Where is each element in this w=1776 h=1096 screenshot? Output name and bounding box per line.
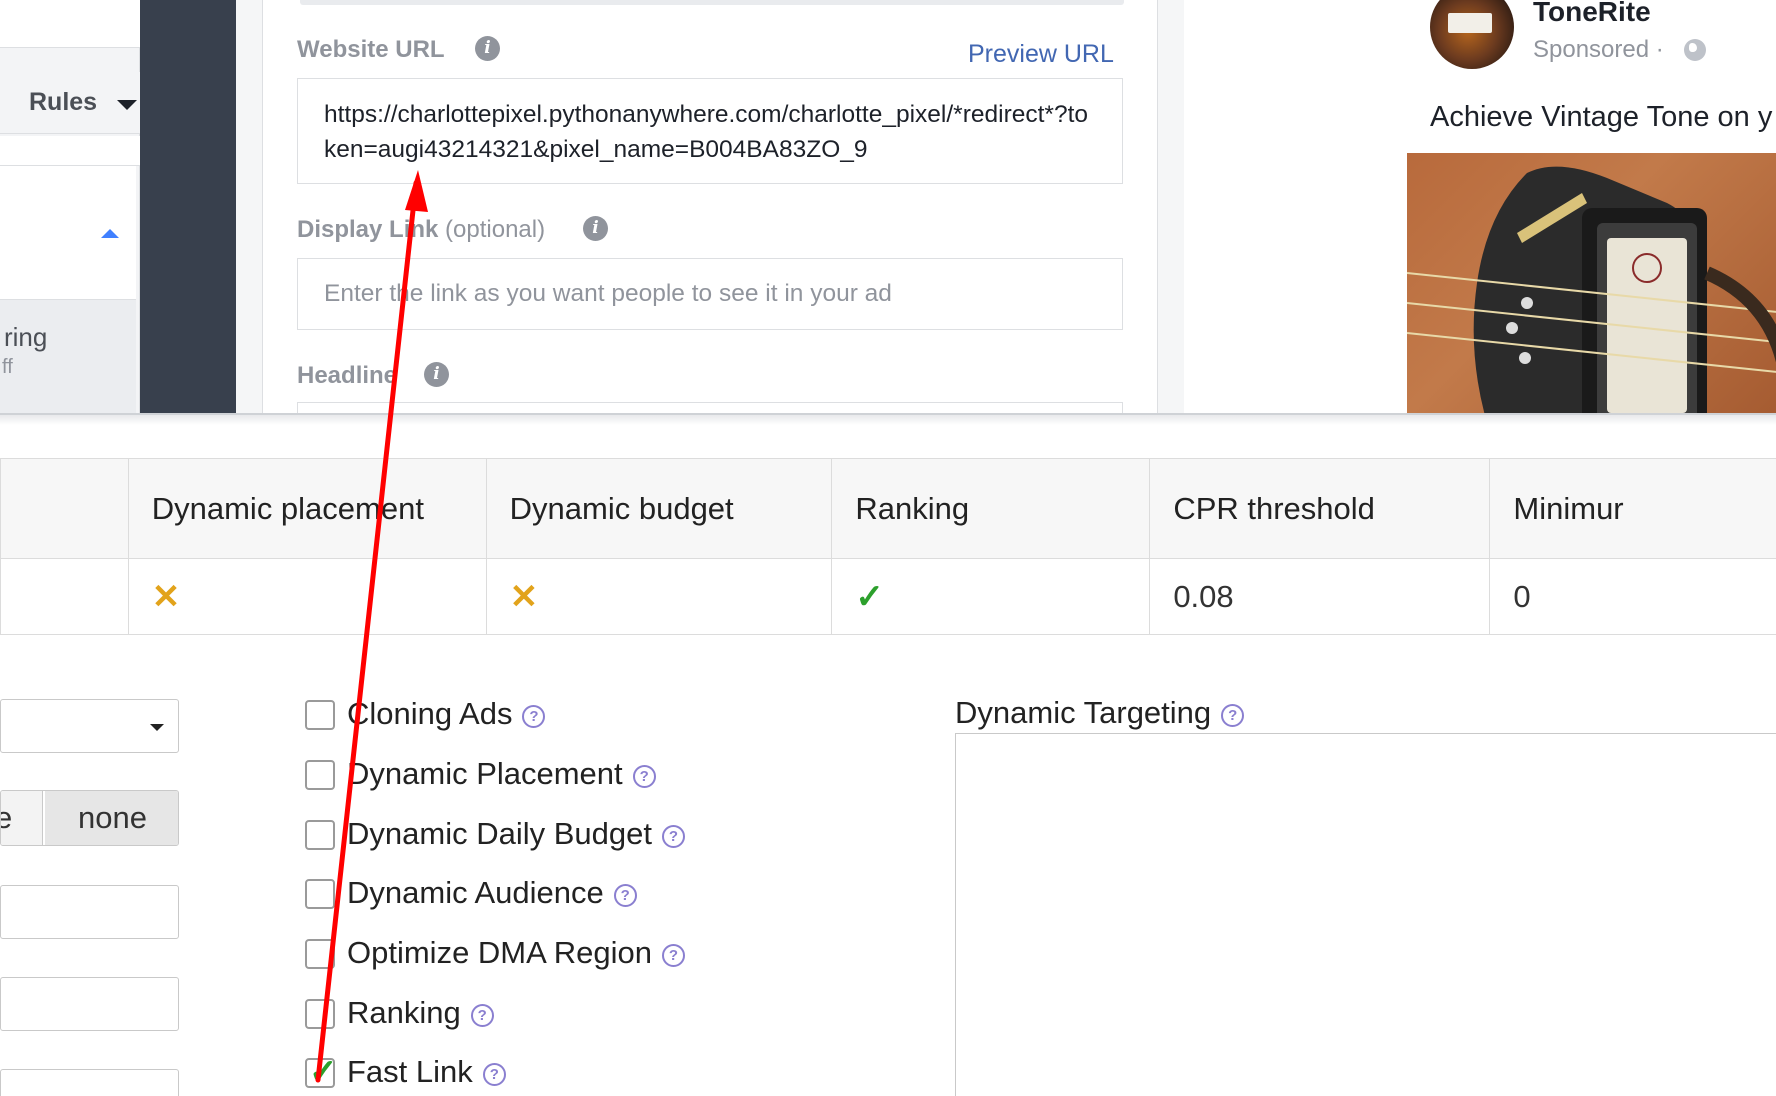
- preview-url-link[interactable]: Preview URL: [968, 40, 1114, 69]
- display-link-label-text: Display Link: [297, 216, 439, 243]
- table-cell-minimum: 0: [1489, 558, 1776, 635]
- left-input-field[interactable]: [0, 885, 179, 939]
- sponsored-label: Sponsored ·: [1533, 36, 1664, 63]
- info-icon[interactable]: i: [424, 362, 449, 387]
- form-top-field-edge: [300, 0, 1124, 5]
- dynamic-targeting-label-text: Dynamic Targeting: [955, 695, 1212, 730]
- segmented-control: e none: [0, 790, 179, 846]
- check-icon: ✓: [309, 1053, 338, 1091]
- checkbox-label-text: Fast Link: [347, 1054, 473, 1089]
- column-header: [0, 458, 129, 559]
- display-link-label: Display Link (optional): [297, 216, 545, 244]
- checkbox-label: Dynamic Audience?: [347, 875, 637, 911]
- dynamic-targeting-label: Dynamic Targeting?: [955, 695, 1245, 731]
- checkbox-checked[interactable]: ✓: [305, 1053, 338, 1091]
- checkbox[interactable]: [305, 999, 335, 1029]
- help-icon[interactable]: ?: [613, 884, 637, 907]
- help-icon[interactable]: ?: [1221, 704, 1245, 727]
- table-cell-cpr-threshold: 0.08: [1149, 558, 1491, 635]
- checkbox-label: Fast Link?: [347, 1054, 506, 1090]
- checkbox[interactable]: [305, 879, 335, 909]
- table-cell: [0, 558, 129, 635]
- checkbox[interactable]: [305, 760, 335, 790]
- caret-down-icon: [117, 100, 137, 110]
- sidebar-partial-subtext: ff: [2, 356, 13, 378]
- column-header-minimum: Minimur: [1489, 458, 1776, 559]
- left-input-field[interactable]: [0, 977, 179, 1031]
- optimization-tool-screenshot: Dynamic placement Dynamic budget Ranking…: [0, 413, 1776, 1096]
- help-icon[interactable]: ?: [470, 1004, 494, 1027]
- rules-dropdown[interactable]: Rules: [0, 72, 140, 134]
- column-header-cpr-threshold: CPR threshold: [1149, 458, 1491, 559]
- table-cell-dynamic-placement: ✕: [127, 558, 487, 635]
- help-icon[interactable]: ?: [522, 705, 546, 728]
- optimization-table: Dynamic placement Dynamic budget Ranking…: [0, 458, 1776, 635]
- table-cell-ranking: ✓: [831, 558, 1151, 635]
- info-icon[interactable]: i: [475, 36, 500, 61]
- segment-option[interactable]: e: [1, 791, 43, 845]
- checkbox-label: Optimize DMA Region?: [347, 935, 685, 971]
- display-link-input[interactable]: Enter the link as you want people to see…: [297, 258, 1123, 330]
- headline-input[interactable]: [297, 402, 1123, 413]
- checkbox[interactable]: [305, 820, 335, 850]
- left-input-field[interactable]: [0, 1069, 179, 1096]
- column-header-dynamic-budget: Dynamic budget: [485, 458, 833, 559]
- table-header-row: Dynamic placement Dynamic budget Ranking…: [0, 458, 1776, 559]
- checkbox-label-text: Dynamic Daily Budget: [347, 816, 652, 851]
- left-panel-selected-row[interactable]: [0, 300, 136, 413]
- dynamic-targeting-textarea[interactable]: [955, 733, 1776, 1096]
- dark-divider-panel: [140, 0, 236, 413]
- help-icon[interactable]: ?: [661, 944, 685, 967]
- facebook-ad-editor-screenshot: Rules ring ff Website URL i Preview URL …: [0, 0, 1776, 413]
- checkbox-label-text: Dynamic Placement: [347, 756, 623, 791]
- column-header-ranking: Ranking: [831, 458, 1151, 559]
- rules-label: Rules: [29, 88, 98, 116]
- globe-icon: [1684, 39, 1706, 61]
- help-icon[interactable]: ?: [482, 1063, 506, 1086]
- left-panel-row: [0, 136, 140, 166]
- checkbox[interactable]: [305, 939, 335, 969]
- ad-image[interactable]: [1407, 153, 1776, 413]
- panel-shadow: [0, 415, 1776, 425]
- checkbox-label-text: Ranking: [347, 995, 461, 1030]
- help-icon[interactable]: ?: [632, 765, 656, 788]
- optional-tag: (optional): [445, 216, 546, 243]
- help-icon[interactable]: ?: [661, 825, 685, 848]
- checkbox-label: Dynamic Placement?: [347, 756, 656, 792]
- checkbox-label: Cloning Ads?: [347, 696, 546, 732]
- checkbox-label-text: Dynamic Audience: [347, 875, 604, 910]
- ad-primary-text: Achieve Vintage Tone on y: [1430, 101, 1773, 133]
- guitar-device-illustration: [1407, 166, 1776, 413]
- checkbox-label-text: Cloning Ads: [347, 696, 513, 731]
- sidebar-partial-text: ring: [4, 322, 48, 352]
- page-name[interactable]: ToneRite: [1533, 0, 1651, 28]
- table-cell-dynamic-budget: ✕: [485, 558, 833, 635]
- column-header-dynamic-placement: Dynamic placement: [127, 458, 487, 559]
- avatar-logo-card: [1448, 13, 1492, 33]
- headline-label: Headline: [297, 362, 398, 389]
- left-dropdown-select[interactable]: [0, 699, 179, 753]
- checkbox-label: Dynamic Daily Budget?: [347, 816, 685, 852]
- checkbox[interactable]: [305, 700, 335, 730]
- checkbox-label: Ranking?: [347, 995, 494, 1031]
- left-panel-row: [0, 0, 140, 48]
- website-url-input[interactable]: https://charlottepixel.pythonanywhere.co…: [297, 78, 1123, 184]
- cross-icon: ✕: [151, 577, 181, 616]
- info-icon[interactable]: i: [583, 216, 608, 241]
- left-panel: Rules ring ff: [0, 0, 140, 413]
- website-url-label: Website URL: [297, 36, 445, 63]
- checkbox-label-text: Optimize DMA Region: [347, 935, 652, 970]
- cross-icon: ✕: [509, 577, 539, 616]
- segment-option-none[interactable]: none: [45, 791, 178, 845]
- table-row: ✕ ✕ ✓ 0.08 0: [0, 558, 1776, 635]
- check-icon: ✓: [855, 577, 884, 616]
- caret-up-icon[interactable]: [101, 229, 119, 238]
